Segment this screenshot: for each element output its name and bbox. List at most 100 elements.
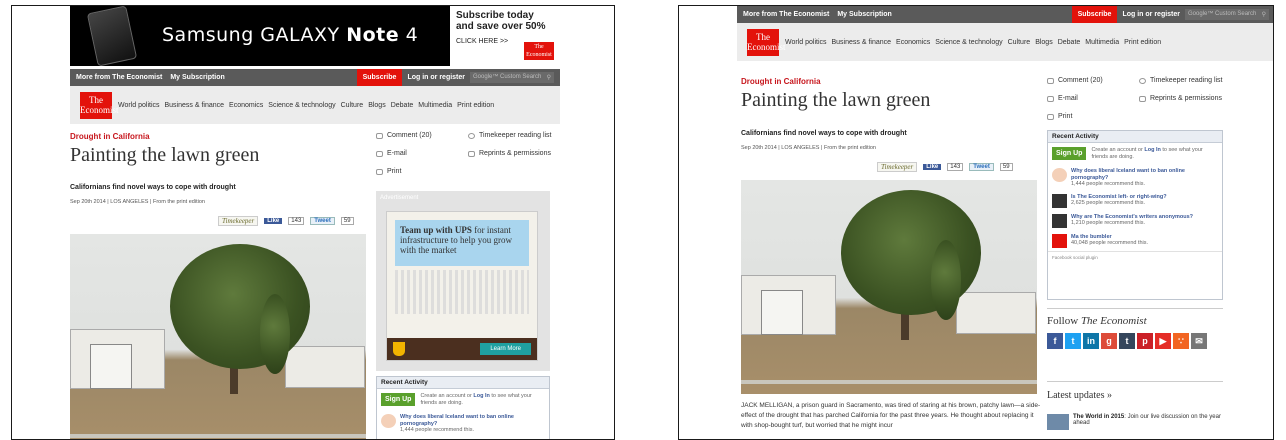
youtube-icon[interactable]: ▶ (1155, 333, 1171, 349)
article-dateline: Sep 20th 2014 | LOS ANGELES | From the p… (741, 145, 876, 151)
economist-mini-logo: The Economist (524, 42, 554, 60)
left-screenshot: Samsung GALAXY Note 4 Subscribe today an… (11, 5, 615, 440)
article-rubric: Californians find novel ways to cope wit… (70, 184, 236, 191)
timekeeper-list-link[interactable]: Timekeeper reading list (468, 132, 552, 139)
timekeeper-button[interactable]: Timekeeper (218, 216, 259, 226)
item-thumbnail (1052, 233, 1067, 248)
login-link[interactable]: Log In (1144, 147, 1161, 153)
follow-title: Follow The Economist (1047, 315, 1147, 327)
world-map-graphic (395, 270, 529, 314)
search-input[interactable]: Google™ Custom Search ⚲ (1185, 9, 1269, 20)
advertisement-block: Advertisement Team up with UPS for insta… (376, 191, 550, 371)
menu-item[interactable]: World politics (118, 102, 160, 109)
rss-icon[interactable]: ∵ (1173, 333, 1189, 349)
menu-item[interactable]: Blogs (1035, 39, 1053, 46)
social-icons: f t in g t p ▶ ∵ ✉ (1047, 333, 1223, 349)
list-item[interactable]: Is The Economist left- or right-wing? 2,6… (1048, 191, 1222, 211)
small-tree (260, 294, 290, 374)
reprints-link[interactable]: Reprints & permissions (1139, 95, 1222, 102)
search-icon[interactable]: ⚲ (1262, 11, 1266, 18)
menu-item[interactable]: Debate (391, 102, 414, 109)
like-count: 143 (288, 217, 305, 225)
tweet-button[interactable]: Tweet (969, 163, 994, 171)
article-kicker: Drought in California (741, 77, 821, 86)
login-link[interactable]: Log in or register (402, 74, 470, 81)
clock-icon (468, 132, 475, 139)
email-icon[interactable]: ✉ (1191, 333, 1207, 349)
email-link[interactable]: E-mail (1047, 95, 1078, 102)
signup-button[interactable]: Sign Up (1052, 147, 1087, 160)
more-from-link[interactable]: More from The Economist (743, 11, 829, 18)
menu-item[interactable]: Culture (1008, 39, 1031, 46)
email-link[interactable]: E-mail (376, 150, 407, 157)
login-link[interactable]: Log In (473, 393, 490, 399)
menu-item[interactable]: Culture (341, 102, 364, 109)
economist-logo[interactable]: The Economist (80, 91, 119, 119)
article-tools: Comment (20) Timekeeper reading list E-m… (1047, 77, 1267, 127)
house-right (285, 346, 365, 388)
my-subscription-link[interactable]: My Subscription (837, 11, 891, 18)
linkedin-icon[interactable]: in (1083, 333, 1099, 349)
facebook-like-button[interactable]: Like (264, 218, 283, 224)
tweet-button[interactable]: Tweet (310, 217, 335, 225)
pinterest-icon[interactable]: p (1137, 333, 1153, 349)
facebook-icon[interactable]: f (1047, 333, 1063, 349)
learn-more-button[interactable]: Learn More (480, 343, 531, 355)
top-nav-bar: More from The Economist My Subscription S… (70, 69, 560, 86)
article-rubric: Californians find novel ways to cope wit… (741, 130, 907, 137)
menu-item[interactable]: Economics (896, 39, 930, 46)
ups-ad[interactable]: Team up with UPS for instant infrastruct… (386, 211, 538, 361)
menu-item[interactable]: Multimedia (1085, 39, 1119, 46)
comment-link[interactable]: Comment (20) (1047, 77, 1103, 84)
printer-icon (376, 168, 383, 175)
menu-item[interactable]: Blogs (368, 102, 386, 109)
timekeeper-button[interactable]: Timekeeper (877, 162, 918, 172)
menu-item[interactable]: Science & technology (935, 39, 1002, 46)
list-item[interactable]: Ma the bumbler 40,048 people recommend th… (1048, 231, 1222, 251)
menu-item[interactable]: Multimedia (418, 102, 452, 109)
list-item[interactable]: Why does liberal Iceland want to ban onl… (1048, 165, 1222, 191)
search-input[interactable]: Google™ Custom Search ⚲ (470, 72, 554, 83)
latest-updates-title[interactable]: Latest updates » (1047, 390, 1223, 401)
comment-link[interactable]: Comment (20) (376, 132, 432, 139)
print-link[interactable]: Print (1047, 113, 1072, 120)
economist-logo[interactable]: The Economist (747, 28, 786, 56)
search-icon[interactable]: ⚲ (547, 74, 551, 81)
menu-item[interactable]: Science & technology (268, 102, 335, 109)
subscribe-offer-title: Subscribe today and save over 50% (456, 10, 546, 32)
samsung-ad-banner[interactable]: Samsung GALAXY Note 4 Subscribe today an… (70, 6, 560, 67)
print-link[interactable]: Print (376, 168, 401, 175)
menu-item[interactable]: Print edition (457, 102, 494, 109)
tree-canopy (170, 244, 310, 369)
login-link[interactable]: Log in or register (1117, 11, 1185, 18)
twitter-icon[interactable]: t (1065, 333, 1081, 349)
signup-button[interactable]: Sign Up (381, 393, 416, 406)
right-screenshot: More from The Economist My Subscription S… (678, 5, 1274, 440)
article-kicker: Drought in California (70, 132, 150, 141)
subscribe-offer[interactable]: Subscribe today and save over 50% CLICK … (450, 6, 560, 66)
subscribe-button[interactable]: Subscribe (356, 69, 403, 86)
more-from-link[interactable]: More from The Economist (76, 74, 162, 81)
menu-item[interactable]: Debate (1058, 39, 1081, 46)
tumblr-icon[interactable]: t (1119, 333, 1135, 349)
timekeeper-list-link[interactable]: Timekeeper reading list (1139, 77, 1223, 84)
menu-item[interactable]: Business & finance (165, 102, 225, 109)
ups-logo-icon (393, 342, 405, 356)
curb (70, 434, 366, 438)
latest-update-item[interactable]: The World in 2015: Join our live discuss… (1047, 414, 1223, 430)
subscribe-button[interactable]: Subscribe (1071, 6, 1118, 23)
menu-item[interactable]: Economics (229, 102, 263, 109)
reprints-link[interactable]: Reprints & permissions (468, 150, 551, 157)
my-subscription-link[interactable]: My Subscription (170, 74, 224, 81)
facebook-plugin-label: Facebook social plugin (1048, 250, 1222, 263)
list-item[interactable]: Why are The Economist's writers anonymou… (1048, 211, 1222, 231)
list-item[interactable]: Why does liberal Iceland want to ban onl… (377, 411, 549, 437)
main-menu: World politics Business & finance Econom… (785, 39, 1161, 46)
facebook-like-button[interactable]: Like (923, 164, 942, 170)
menu-item[interactable]: Print edition (1124, 39, 1161, 46)
googleplus-icon[interactable]: g (1101, 333, 1117, 349)
item-thumbnail (1052, 193, 1067, 208)
menu-item[interactable]: World politics (785, 39, 827, 46)
ad-brand: Samsung GALAXY Note 4 (162, 24, 419, 46)
menu-item[interactable]: Business & finance (832, 39, 892, 46)
